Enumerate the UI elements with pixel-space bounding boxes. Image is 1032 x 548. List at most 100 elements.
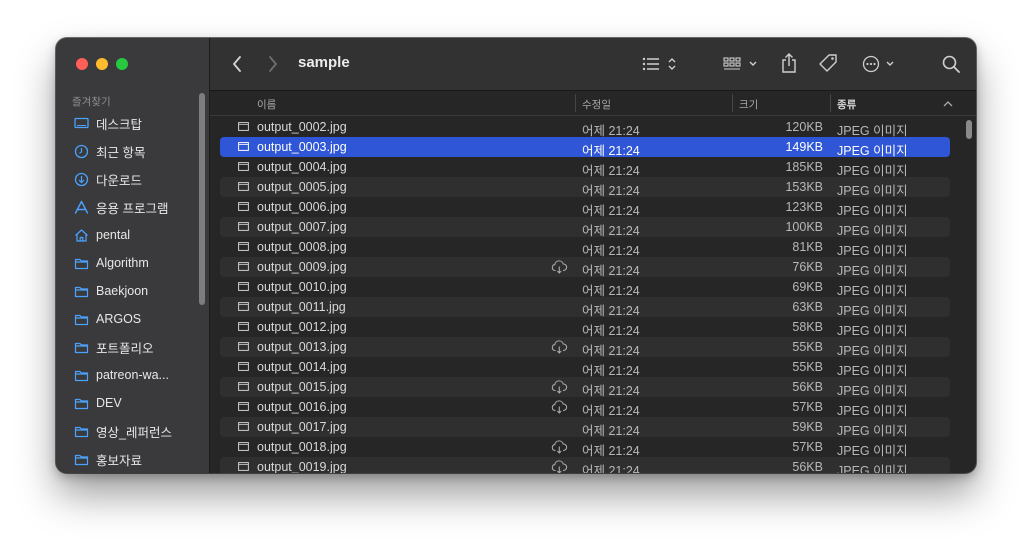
table-row[interactable]: output_0003.jpg 어제 21:24 149KB JPEG 이미지 — [220, 137, 950, 158]
sidebar-item[interactable]: 포트폴리오 — [56, 333, 196, 361]
sidebar-item[interactable]: DEV — [56, 389, 196, 417]
image-file-icon — [238, 342, 249, 351]
more-icon — [862, 55, 894, 73]
column-size-header[interactable]: 크기 — [739, 97, 758, 112]
sidebar-item[interactable]: 데스크탑 — [56, 109, 196, 137]
column-header: 이름 수정일 크기 종류 — [210, 91, 976, 116]
table-row[interactable]: output_0014.jpg 어제 21:24 55KB JPEG 이미지 — [220, 357, 950, 378]
image-file-icon — [238, 362, 249, 371]
file-size: 56KB — [792, 380, 823, 394]
cloud-download-icon[interactable] — [551, 260, 568, 274]
search-button[interactable] — [940, 53, 962, 75]
image-file-icon — [238, 382, 249, 391]
image-file-icon — [238, 282, 249, 291]
sidebar-item[interactable]: pental — [56, 221, 196, 249]
file-name: output_0019.jpg — [257, 460, 347, 473]
image-file-icon — [238, 202, 249, 211]
table-row[interactable]: output_0017.jpg 어제 21:24 59KB JPEG 이미지 — [220, 417, 950, 438]
cloud-download-icon[interactable] — [551, 340, 568, 354]
table-row[interactable]: output_0007.jpg 어제 21:24 100KB JPEG 이미지 — [220, 217, 950, 238]
folder-icon — [74, 424, 96, 439]
minimize-button[interactable] — [96, 58, 108, 70]
back-button[interactable] — [228, 54, 246, 74]
folder-icon — [74, 256, 96, 271]
sidebar-item[interactable]: 영상_레퍼런스 — [56, 417, 196, 445]
image-file-icon — [238, 442, 249, 451]
cloud-download-icon[interactable] — [551, 460, 568, 473]
file-size: 153KB — [785, 180, 823, 194]
share-button[interactable] — [778, 51, 800, 75]
table-row[interactable]: output_0004.jpg 어제 21:24 185KB JPEG 이미지 — [220, 157, 950, 178]
view-list-button[interactable] — [640, 54, 680, 74]
image-file-icon — [238, 322, 249, 331]
table-row[interactable]: output_0010.jpg 어제 21:24 69KB JPEG 이미지 — [220, 277, 950, 298]
sidebar-item[interactable]: Algorithm — [56, 249, 196, 277]
table-row[interactable]: output_0016.jpg 어제 21:24 57KB JPEG 이미지 — [220, 397, 950, 418]
zoom-button[interactable] — [116, 58, 128, 70]
table-row[interactable]: output_0013.jpg 어제 21:24 55KB JPEG 이미지 — [220, 337, 950, 358]
sidebar-item[interactable]: 최근 항목 — [56, 137, 196, 165]
sidebar-scrollbar[interactable] — [199, 93, 205, 305]
file-name: output_0017.jpg — [257, 420, 347, 434]
tag-button[interactable] — [816, 52, 840, 74]
image-file-icon — [238, 302, 249, 311]
folder-icon — [74, 368, 96, 383]
table-row[interactable]: output_0011.jpg 어제 21:24 63KB JPEG 이미지 — [220, 297, 950, 318]
table-row[interactable]: output_0005.jpg 어제 21:24 153KB JPEG 이미지 — [220, 177, 950, 198]
column-date-header[interactable]: 수정일 — [582, 97, 611, 112]
sidebar-item[interactable]: 응용 프로그램 — [56, 193, 196, 221]
sidebar-item[interactable]: patreon-wa... — [56, 361, 196, 389]
image-file-icon — [238, 222, 249, 231]
desktop-icon — [74, 116, 96, 131]
file-size: 120KB — [785, 120, 823, 134]
cloud-download-icon[interactable] — [551, 380, 568, 394]
sidebar-item-label: 영상_레퍼런스 — [96, 425, 172, 440]
file-name: output_0005.jpg — [257, 180, 347, 194]
action-menu-button[interactable] — [860, 53, 900, 75]
folder-icon — [74, 452, 96, 467]
column-name-header[interactable]: 이름 — [257, 97, 276, 112]
file-date: 어제 21:24 — [582, 464, 640, 473]
file-size: 100KB — [785, 220, 823, 234]
file-size: 81KB — [792, 240, 823, 254]
folder-icon — [74, 340, 96, 355]
sidebar-item[interactable]: 다운로드 — [56, 165, 196, 193]
file-size: 69KB — [792, 280, 823, 294]
file-size: 57KB — [792, 400, 823, 414]
file-name: output_0015.jpg — [257, 380, 347, 394]
close-button[interactable] — [76, 58, 88, 70]
table-row[interactable]: output_0008.jpg 어제 21:24 81KB JPEG 이미지 — [220, 237, 950, 258]
share-icon — [782, 53, 796, 73]
file-name: output_0009.jpg — [257, 260, 347, 274]
cloud-download-icon[interactable] — [551, 440, 568, 454]
home-icon — [74, 228, 96, 243]
table-row[interactable]: output_0018.jpg 어제 21:24 57KB JPEG 이미지 — [220, 437, 950, 458]
file-name: output_0003.jpg — [257, 140, 347, 154]
column-divider[interactable] — [830, 94, 831, 112]
sidebar-item[interactable]: 홍보자료 — [56, 445, 196, 473]
file-list-scrollbar[interactable] — [966, 120, 972, 139]
table-row[interactable]: output_0002.jpg 어제 21:24 120KB JPEG 이미지 — [220, 117, 950, 138]
table-row[interactable]: output_0015.jpg 어제 21:24 56KB JPEG 이미지 — [220, 377, 950, 398]
table-row[interactable]: output_0012.jpg 어제 21:24 58KB JPEG 이미지 — [220, 317, 950, 338]
column-divider[interactable] — [575, 94, 576, 112]
forward-button[interactable] — [264, 54, 282, 74]
column-kind-header[interactable]: 종류 — [837, 97, 856, 112]
image-file-icon — [238, 242, 249, 251]
table-row[interactable]: output_0009.jpg 어제 21:24 76KB JPEG 이미지 — [220, 257, 950, 278]
image-file-icon — [238, 182, 249, 191]
table-row[interactable]: output_0019.jpg 어제 21:24 56KB JPEG 이미지 — [220, 457, 950, 473]
sidebar-item-label: pental — [96, 228, 131, 242]
window-controls — [76, 58, 128, 70]
sidebar-item[interactable]: Baekjoon — [56, 277, 196, 305]
sidebar-item[interactable]: ARGOS — [56, 305, 196, 333]
column-divider[interactable] — [732, 94, 733, 112]
sort-ascending-icon — [943, 101, 953, 107]
cloud-download-icon[interactable] — [551, 400, 568, 414]
file-size: 57KB — [792, 440, 823, 454]
table-row[interactable]: output_0006.jpg 어제 21:24 123KB JPEG 이미지 — [220, 197, 950, 218]
file-list: output_0002.jpg 어제 21:24 120KB JPEG 이미지 outp… — [220, 117, 950, 473]
file-name: output_0011.jpg — [257, 300, 346, 314]
image-file-icon — [238, 422, 249, 431]
group-button[interactable] — [722, 54, 762, 74]
